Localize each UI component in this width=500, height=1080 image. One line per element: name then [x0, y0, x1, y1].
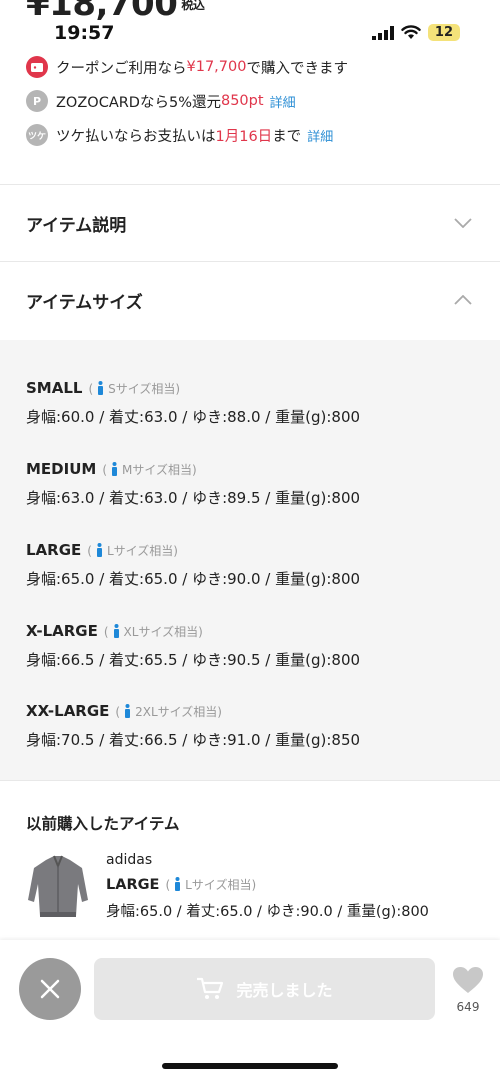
size-measurements: 身幅:65.0 / 着丈:65.0 / ゆき:90.0 / 重量(g):800	[26, 570, 361, 588]
price-value: ¥18,700	[26, 0, 178, 24]
previous-item-thumbnail[interactable]	[26, 850, 90, 924]
size-row-medium: MEDIUM (Mサイズ相当) 身幅:63.0 / 着丈:63.0 / ゆき:89…	[26, 459, 360, 508]
item-size-label: アイテムサイズ	[26, 292, 143, 313]
coupon-amount: ¥17,700	[186, 59, 247, 75]
jacket-image	[28, 855, 88, 917]
size-name: MEDIUM	[26, 460, 97, 478]
size-equivalent: (Mサイズ相当)	[102, 462, 197, 477]
size-equivalent: (Lサイズ相当)	[87, 543, 178, 558]
previous-item-size: LARGE	[106, 877, 160, 893]
zozocard-promo: P ZOZOCARDなら5%還元 850pt 詳細	[26, 90, 296, 112]
size-row-x-large: X-LARGE (XLサイズ相当) 身幅:66.5 / 着丈:65.5 / ゆき:…	[26, 621, 360, 670]
favorite-count: 649	[456, 1000, 480, 1014]
person-icon	[96, 543, 102, 557]
heart-icon	[453, 967, 483, 993]
person-icon	[112, 462, 117, 476]
close-button[interactable]	[19, 958, 81, 1020]
coupon-icon	[26, 56, 48, 78]
status-icons: 12	[371, 24, 460, 41]
size-name: SMALL	[26, 379, 83, 397]
tsuke-detail-link[interactable]: 詳細	[307, 126, 333, 145]
size-measurements: 身幅:63.0 / 着丈:63.0 / ゆき:89.5 / 重量(g):800	[26, 489, 361, 507]
home-indicator	[162, 1063, 338, 1069]
signal-icon	[371, 25, 394, 40]
zozocard-points: 850pt	[220, 93, 264, 109]
size-table: SMALL (Sサイズ相当) 身幅:60.0 / 着丈:63.0 / ゆき:88.…	[0, 340, 500, 780]
chevron-up-icon	[454, 295, 472, 305]
size-measurements: 身幅:66.5 / 着丈:65.5 / ゆき:90.5 / 重量(g):800	[26, 651, 361, 669]
previous-item-info: adidas LARGE (Lサイズ相当) 身幅:65.0 / 着丈:65.0 /…	[106, 852, 429, 921]
sold-out-button[interactable]: 完売しました	[94, 958, 435, 1020]
tsuke-date: 1月16日	[215, 128, 273, 145]
wifi-icon	[401, 25, 421, 39]
person-icon	[125, 704, 131, 718]
size-measurements: 身幅:70.5 / 着丈:66.5 / ゆき:91.0 / 重量(g):850	[26, 731, 361, 749]
cart-icon	[197, 977, 224, 999]
bottom-action-bar: 完売しました 649	[0, 940, 500, 1080]
status-time: 19:57	[54, 22, 115, 44]
close-icon	[40, 979, 60, 999]
tsuke-icon: ツケ	[26, 124, 48, 146]
chevron-down-icon	[454, 218, 472, 228]
point-icon: P	[26, 90, 48, 112]
tax-label: 税込	[181, 0, 205, 12]
size-name: X-LARGE	[26, 622, 98, 640]
size-row-small: SMALL (Sサイズ相当) 身幅:60.0 / 着丈:63.0 / ゆき:88.…	[26, 378, 360, 427]
size-name: LARGE	[26, 541, 82, 559]
previous-purchase-title: 以前購入したアイテム	[26, 815, 180, 833]
item-description-label: アイテム説明	[26, 215, 127, 236]
battery-icon: 12	[427, 24, 460, 41]
tsuke-promo: ツケ ツケ払いならお支払いは 1月16日 まで 詳細	[26, 124, 333, 146]
favorite-button[interactable]: 649	[448, 966, 488, 1014]
coupon-promo: クーポンご利用なら ¥17,700 で購入できます	[26, 56, 348, 78]
size-row-large: LARGE (Lサイズ相当) 身幅:65.0 / 着丈:65.0 / ゆき:90.…	[26, 540, 360, 589]
size-equivalent: (XLサイズ相当)	[103, 624, 203, 639]
divider	[0, 780, 500, 781]
zozocard-detail-link[interactable]: 詳細	[270, 92, 296, 111]
previous-item-measurements: 身幅:65.0 / 着丈:65.0 / ゆき:90.0 / 重量(g):800	[106, 904, 429, 920]
size-equivalent: (Lサイズ相当)	[165, 877, 257, 892]
price: ¥18,700 税込	[26, 0, 205, 24]
person-icon	[98, 381, 104, 395]
size-row-xx-large: XX-LARGE (2XLサイズ相当) 身幅:70.5 / 着丈:66.5 / ゆ…	[26, 701, 360, 750]
item-description-accordion[interactable]: アイテム説明	[0, 185, 500, 261]
sold-out-label: 完売しました	[236, 981, 333, 1000]
person-icon	[113, 624, 119, 638]
previous-item-brand: adidas	[106, 852, 153, 868]
size-equivalent: (2XLサイズ相当)	[115, 704, 222, 719]
person-icon	[175, 877, 181, 891]
size-measurements: 身幅:60.0 / 着丈:63.0 / ゆき:88.0 / 重量(g):800	[26, 408, 361, 426]
size-equivalent: (Sサイズ相当)	[88, 381, 181, 396]
size-name: XX-LARGE	[26, 702, 110, 720]
item-size-accordion[interactable]: アイテムサイズ	[0, 262, 500, 338]
